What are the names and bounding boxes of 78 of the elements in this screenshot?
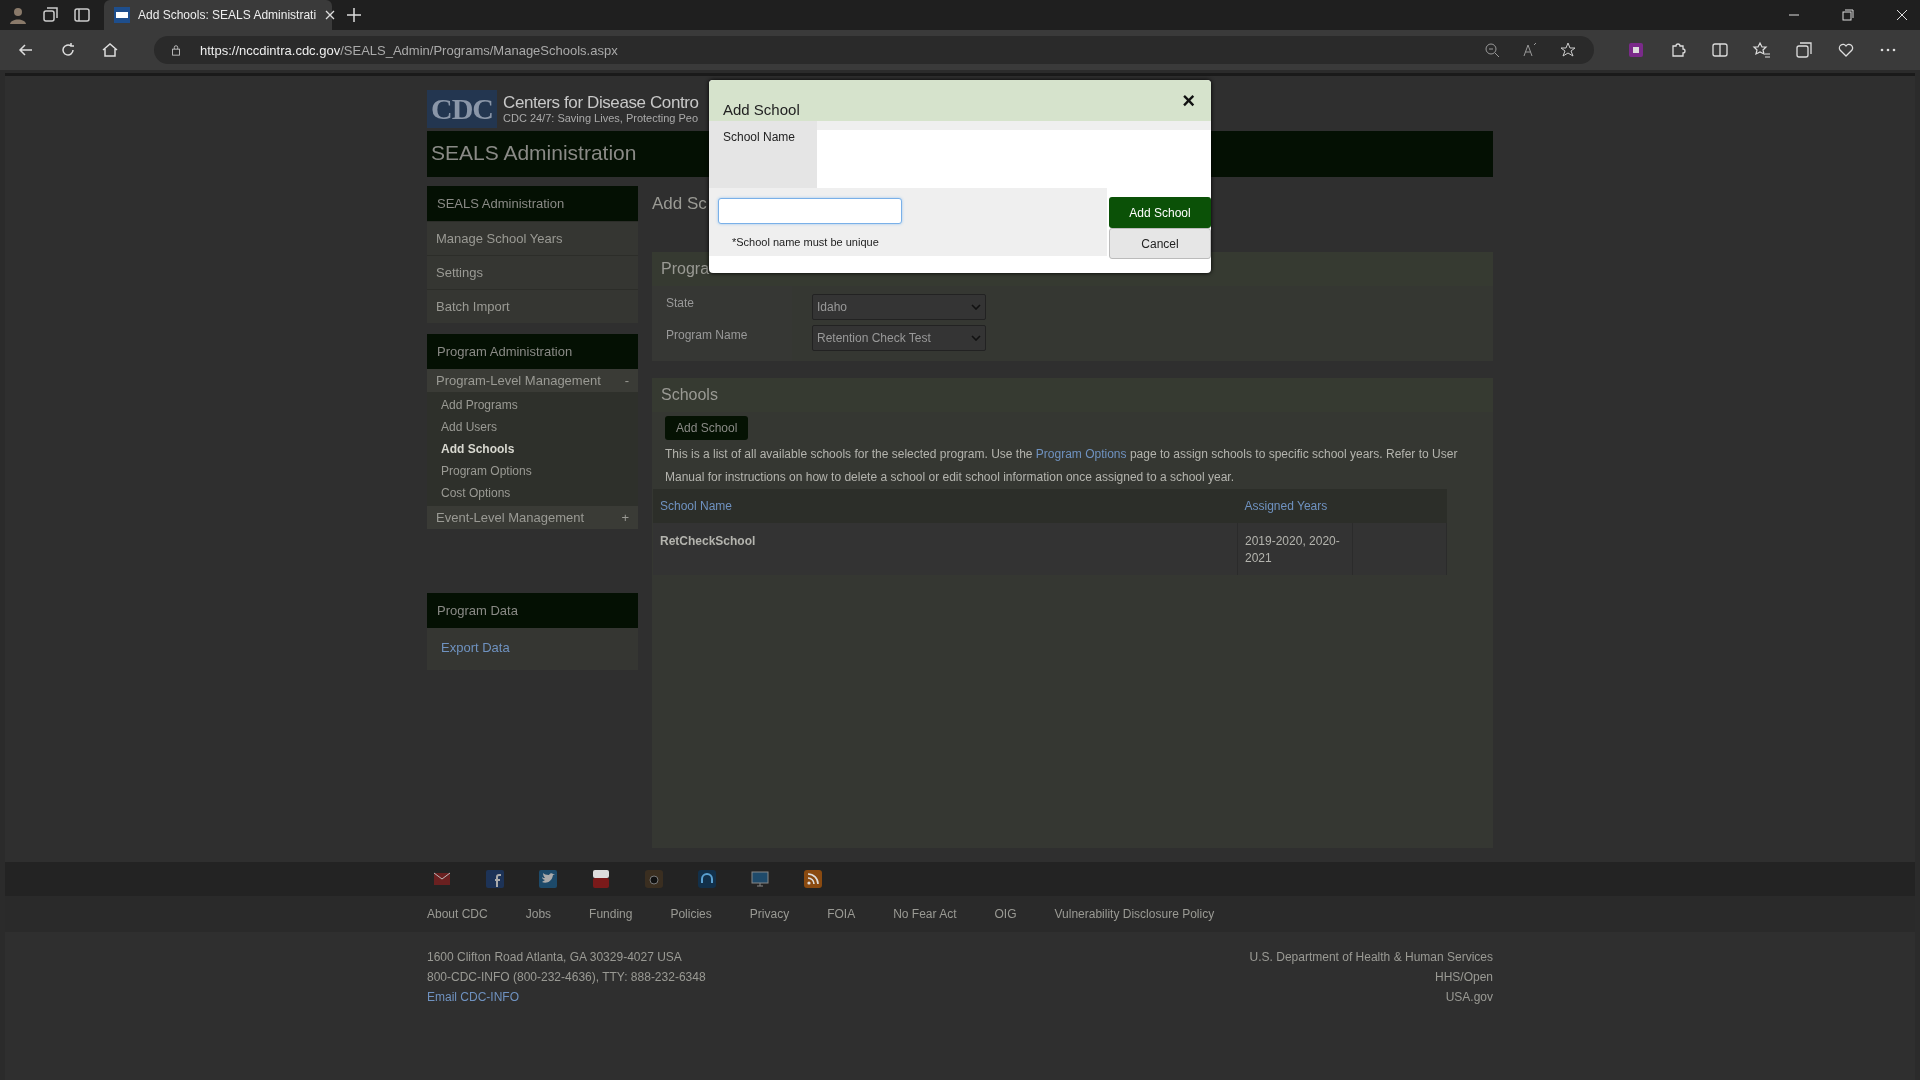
sidebar-group[interactable]: Event-Level Management + [427,506,638,529]
headphones-icon[interactable] [697,869,717,889]
home-icon[interactable] [100,40,120,60]
column-header[interactable]: Assigned Years [1237,489,1353,523]
sidebar-heading[interactable]: Program Data [427,593,638,628]
close-icon[interactable] [324,9,337,21]
organization-name: Centers for Disease Contro [503,94,699,111]
sidebar-item[interactable]: Manage School Years [427,221,638,255]
letter-f-icon[interactable] [485,869,505,889]
avatar-icon[interactable] [8,5,28,25]
page-title: Add Sc [652,193,707,215]
footer-link[interactable]: No Fear Act [893,907,957,921]
camera-icon[interactable] [644,869,664,889]
email-link[interactable]: Email CDC-INFO [427,990,706,1004]
dropdown[interactable]: Retention Check Test [812,325,986,351]
hint-text: *School name must be unique [731,236,880,248]
sidebar-link[interactable]: Export Data [441,640,510,655]
description-text: This is a list of all available schools for the selected program. Use the Program Options page to assign schools to specific school years. Refer to User Manual for instructions on how to delete a school or edit school information once assigned to a school year. [665,446,1459,486]
favicon-icon [114,7,130,23]
cancel-button[interactable]: Cancel [1109,228,1211,259]
footer-link[interactable]: U.S. Department of Health & Human Services [1249,950,1493,964]
column-header[interactable]: School Name [653,489,1238,523]
field-label: Program Name [666,328,749,342]
tab-title: Add Schools: SEALS Administrati [138,8,317,22]
school-name-input[interactable] [718,198,902,224]
favorites-icon[interactable] [1752,40,1772,60]
lock-icon [170,44,182,56]
new-tab-icon[interactable] [344,5,364,25]
cdc-logo[interactable]: CDC [427,90,497,128]
video-icon[interactable] [591,869,611,889]
sidebar-heading[interactable]: SEALS Administration [427,186,638,221]
bird-icon[interactable] [538,869,558,889]
url-text: https://nccdintra.cdc.gov/SEALS_Admin/Programs/ManageSchools.aspx [200,42,618,58]
address-text: 800-CDC-INFO (800-232-4636), TTY: 888-232-6348 [427,970,706,984]
sidebar-heading[interactable]: Program Administration [427,334,638,369]
close-button[interactable]: × [1178,89,1199,112]
footer-link[interactable]: About CDC [427,907,488,921]
table-cell: RetCheckSchool [653,523,1238,575]
extension-icon[interactable] [1626,40,1646,60]
browser-tab[interactable]: Add Schools: SEALS Administrati [104,0,332,30]
sidebar-link[interactable]: Cost Options [427,482,638,504]
program-options-link[interactable]: Program Options [1035,447,1127,461]
footer-link[interactable]: FOIA [827,907,856,921]
field-label: School Name [709,121,817,188]
add-school-button[interactable]: Add School [1109,197,1211,228]
collections-icon[interactable] [1794,40,1814,60]
monitor-icon[interactable] [750,869,770,889]
dropdown[interactable]: Idaho [812,294,986,320]
tagline: CDC 24/7: Saving Lives, Protecting Peo [503,113,699,124]
footer-link[interactable]: Policies [670,907,712,921]
sidebar-link[interactable]: Add Users [427,416,638,438]
sidebar-link[interactable]: Add Programs [427,394,638,416]
tab-actions-icon[interactable] [72,5,92,25]
footer-link[interactable]: OIG [994,907,1017,921]
footer-link[interactable]: HHS/Open [1434,970,1493,984]
footer-link[interactable]: Vulnerability Disclosure Policy [1054,907,1215,921]
table-cell: 2019-2020, 2020-2021 [1237,523,1353,575]
chevron-down-icon [971,335,981,341]
split-screen-icon[interactable] [1710,40,1730,60]
chevron-down-icon [971,304,981,310]
dialog-title: Add School [723,101,800,120]
star-icon[interactable] [1558,40,1578,60]
address-text: 1600 Clifton Road Atlanta, GA 30329-4027 USA [427,950,683,964]
rss-icon[interactable] [803,869,823,889]
footer-link[interactable]: USA.gov [1445,990,1493,1004]
sidebar-link[interactable]: Add Schools [427,438,638,460]
add-school-button[interactable]: Add School [665,416,749,440]
footer-link[interactable]: Funding [589,907,633,921]
footer-link[interactable]: Privacy [749,907,790,921]
field-label: State [666,296,696,310]
sidebar-group[interactable]: Program-Level Management - [427,369,638,392]
sidebar-item[interactable]: Batch Import [427,289,638,323]
sidebar-link[interactable]: Program Options [427,460,638,482]
sidebar-item[interactable]: Settings [427,255,638,289]
zoom-out-icon[interactable] [1482,40,1502,60]
address-bar[interactable]: https://nccdintra.cdc.gov/SEALS_Admin/Programs/ManageSchools.aspx [154,36,1594,64]
workspaces-icon[interactable] [40,5,60,25]
footer-link[interactable]: Jobs [525,907,552,921]
